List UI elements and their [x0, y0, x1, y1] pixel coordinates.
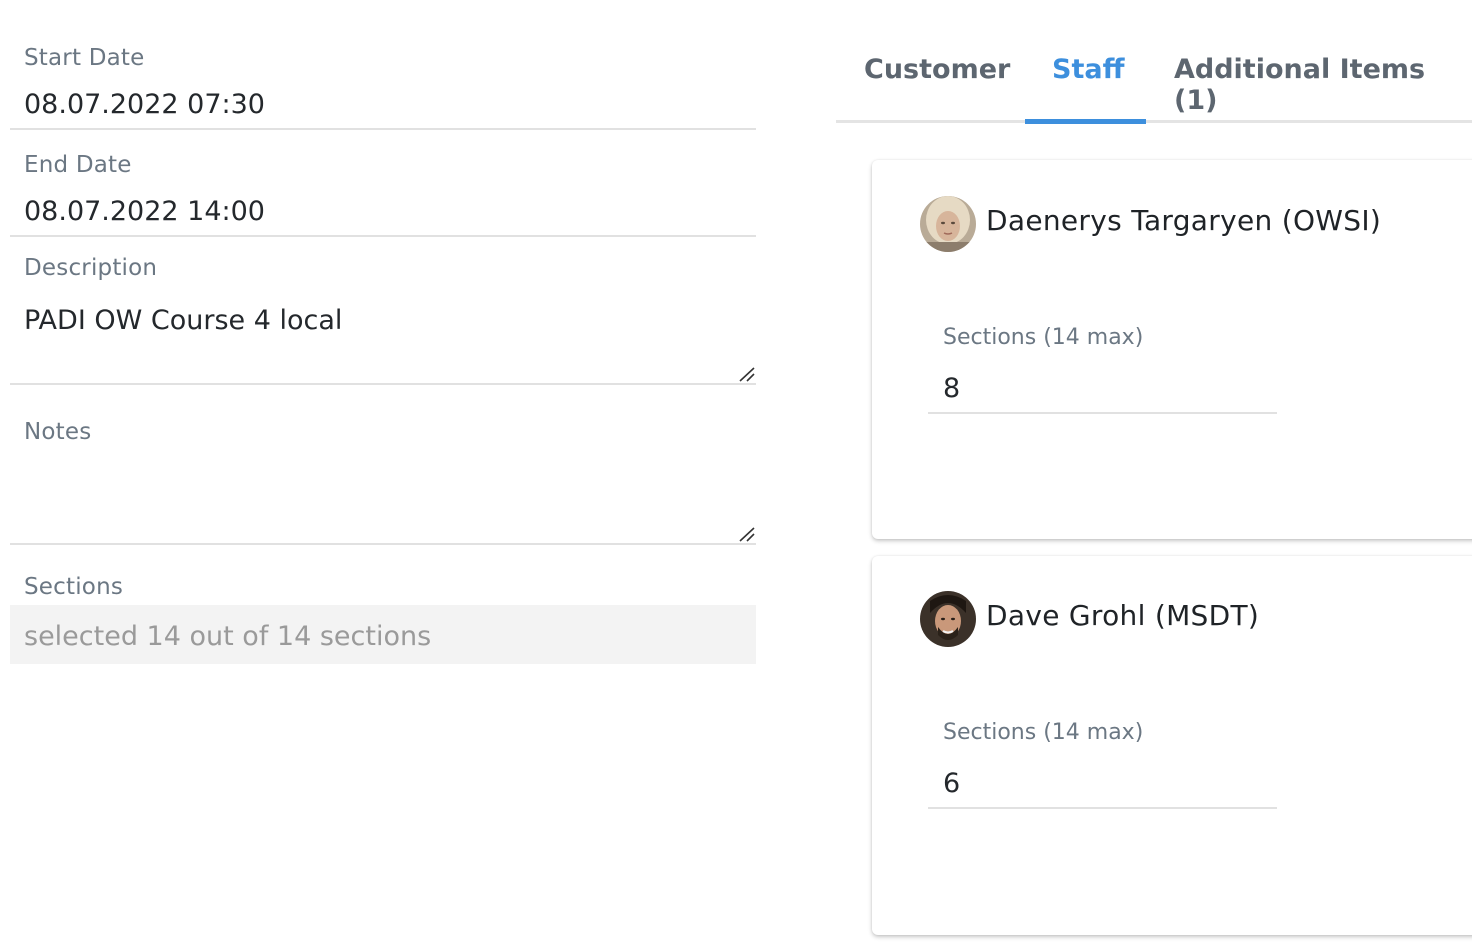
staff-sections-underline [928, 807, 1277, 809]
staff-card: Dave Grohl (MSDT) Sections (14 max) 6 [872, 556, 1472, 935]
person-avatar [920, 196, 976, 252]
resize-handle-icon[interactable] [738, 526, 756, 542]
notes-label: Notes [24, 419, 92, 445]
staff-name: Daenerys Targaryen (OWSI) [986, 204, 1382, 237]
staff-card: Daenerys Targaryen (OWSI) Sections (14 m… [872, 160, 1472, 539]
staff-sections-label: Sections (14 max) [943, 325, 1144, 350]
notes-underline [10, 543, 756, 545]
person-avatar [920, 591, 976, 647]
description-textarea[interactable]: PADI OW Course 4 local [24, 305, 342, 336]
start-date-label: Start Date [24, 45, 145, 71]
notes-textarea[interactable] [24, 455, 724, 535]
tab-staff[interactable]: Staff [1052, 54, 1124, 85]
start-date-underline [10, 128, 756, 130]
staff-sections-underline [928, 412, 1277, 414]
end-date-label: End Date [24, 152, 132, 178]
staff-sections-label: Sections (14 max) [943, 720, 1144, 745]
staff-sections-input[interactable]: 6 [943, 768, 960, 799]
staff-sections-input[interactable]: 8 [943, 373, 960, 404]
sections-label: Sections [24, 574, 124, 600]
end-date-field[interactable]: 08.07.2022 14:00 [24, 196, 265, 227]
tab-active-indicator [1025, 119, 1146, 124]
resize-handle-icon[interactable] [738, 366, 756, 382]
sections-field: selected 14 out of 14 sections [10, 605, 756, 664]
tab-bar [836, 120, 1472, 123]
end-date-underline [10, 235, 756, 237]
description-label: Description [24, 255, 158, 281]
staff-name: Dave Grohl (MSDT) [986, 599, 1260, 632]
sections-field-value: selected 14 out of 14 sections [24, 621, 432, 652]
start-date-field[interactable]: 08.07.2022 07:30 [24, 89, 265, 120]
tab-additional-items[interactable]: Additional Items (1) [1174, 54, 1472, 116]
tab-customer[interactable]: Customer [864, 54, 1010, 85]
description-underline [10, 383, 756, 385]
